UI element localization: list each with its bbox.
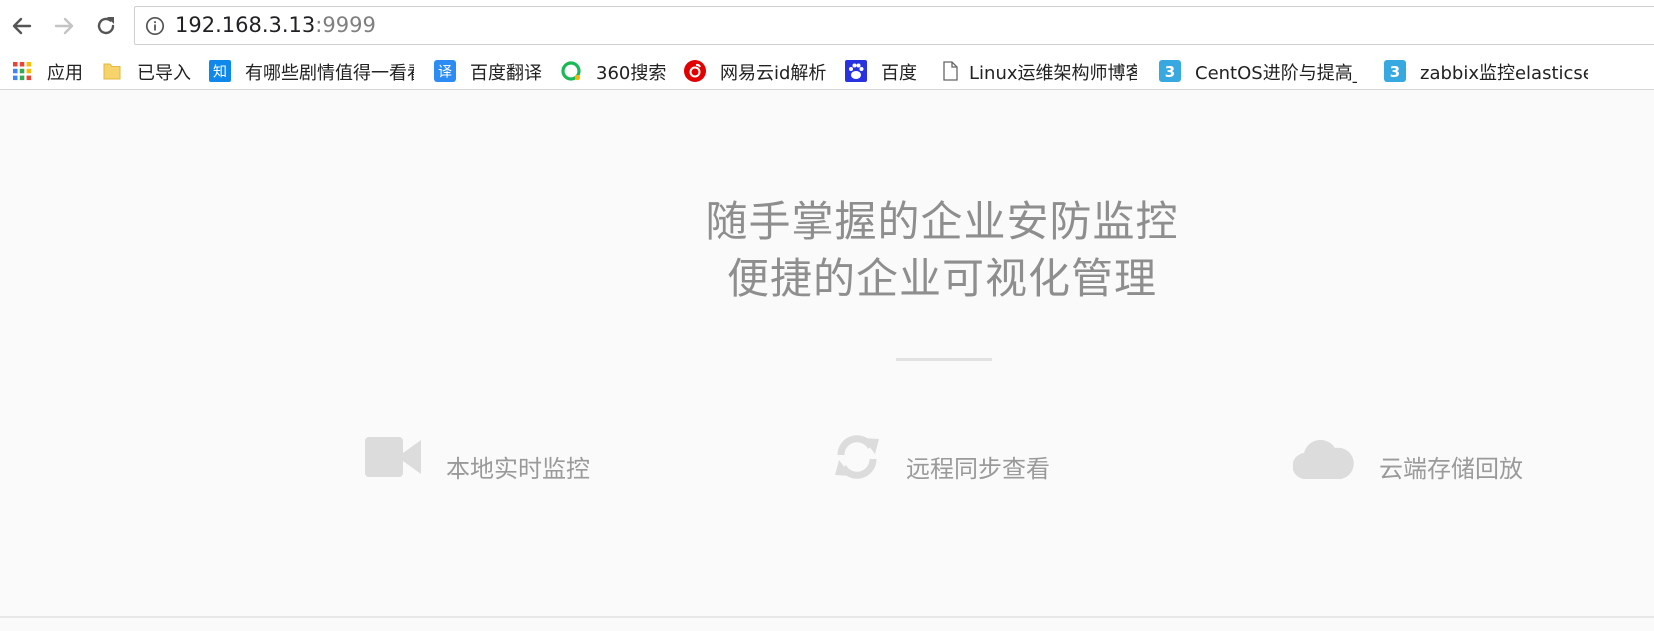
blog-3-icon: 3 [1384, 60, 1406, 82]
bookmark-apps[interactable]: 应用 [11, 57, 93, 85]
browser-toolbar: 192.168.3.13:9999 [0, 0, 1654, 52]
address-bar[interactable]: 192.168.3.13:9999 [134, 6, 1654, 45]
bookmark-baidu-translate[interactable]: 译 百度翻译 [434, 57, 544, 85]
bookmark-label: 已导入 [137, 63, 191, 84]
feature-label: 远程同步查看 [906, 455, 1050, 483]
page-bottom-border [0, 616, 1654, 618]
svg-text:3: 3 [1390, 63, 1400, 81]
arrow-left-icon [12, 17, 32, 35]
bookmark-centos[interactable]: 3 CentOS进阶与提高_ [1159, 57, 1359, 85]
bookmark-label: CentOS进阶与提高_ [1195, 63, 1357, 84]
video-camera-icon [365, 437, 421, 477]
bookmark-label: 网易云id解析 [720, 63, 827, 84]
hero-section: 随手掌握的企业安防监控 便捷的企业可视化管理 本地实时监控 远程同步查看 云端存… [0, 90, 1654, 620]
netease-music-icon [684, 60, 706, 82]
feature-label: 本地实时监控 [446, 455, 590, 483]
baidu-paw-icon [845, 60, 867, 82]
bookmark-baidu[interactable]: 百度 [845, 57, 925, 85]
divider [896, 358, 992, 361]
bookmark-zhihu[interactable]: 知 有哪些剧情值得一看看 [209, 57, 414, 85]
info-icon[interactable] [145, 16, 165, 36]
arrow-right-icon [54, 17, 74, 35]
so360-icon [561, 61, 581, 81]
bookmark-imported[interactable]: 已导入 [101, 57, 201, 85]
bookmark-label: 应用 [47, 63, 83, 84]
bookmark-netease[interactable]: 网易云id解析 [684, 57, 829, 85]
zhihu-icon: 知 [209, 60, 231, 82]
bookmarks-bar: 应用 已导入 知 有哪些剧情值得一看看 译 百度翻译 360搜索 网易云id解析… [0, 52, 1654, 90]
url-text[interactable]: 192.168.3.13:9999 [175, 13, 376, 37]
bookmark-label: zabbix监控elasticsearch [1420, 63, 1588, 84]
feature-label: 云端存储回放 [1379, 455, 1523, 483]
bookmark-label: 百度 [881, 63, 917, 84]
forward-button[interactable] [51, 13, 77, 39]
bookmark-label: Linux运维架构师博客 [969, 63, 1137, 84]
feature-remote-sync: 远程同步查看 [833, 435, 1073, 495]
bookmark-label: 有哪些剧情值得一看看 [245, 63, 414, 84]
svg-text:3: 3 [1165, 63, 1175, 81]
svg-text:译: 译 [438, 65, 452, 81]
sync-icon [835, 435, 879, 479]
svg-text:知: 知 [213, 64, 227, 81]
bookmark-linux-blog[interactable]: Linux运维架构师博客 [939, 57, 1139, 85]
headline-line-2: 便捷的企业可视化管理 [726, 254, 1157, 303]
bookmark-label: 360搜索 [596, 63, 667, 84]
bookmark-zabbix[interactable]: 3 zabbix监控elasticsearch [1384, 57, 1589, 85]
url-port: :9999 [315, 13, 376, 37]
reload-icon [97, 17, 115, 35]
page-icon [943, 61, 958, 81]
baidu-translate-icon: 译 [434, 60, 456, 82]
apps-grid-icon [13, 62, 32, 81]
feature-local-monitoring: 本地实时监控 [365, 435, 605, 495]
feature-cloud-storage: 云端存储回放 [1293, 435, 1533, 495]
reload-button[interactable] [93, 13, 119, 39]
bookmark-label: 百度翻译 [470, 63, 542, 84]
blog-3-icon: 3 [1159, 60, 1181, 82]
url-host: 192.168.3.13 [175, 13, 316, 37]
folder-icon [103, 63, 121, 80]
bookmark-360-search[interactable]: 360搜索 [560, 57, 670, 85]
back-button[interactable] [9, 13, 35, 39]
cloud-icon [1293, 439, 1354, 479]
headline-line-1: 随手掌握的企业安防监控 [705, 197, 1179, 246]
